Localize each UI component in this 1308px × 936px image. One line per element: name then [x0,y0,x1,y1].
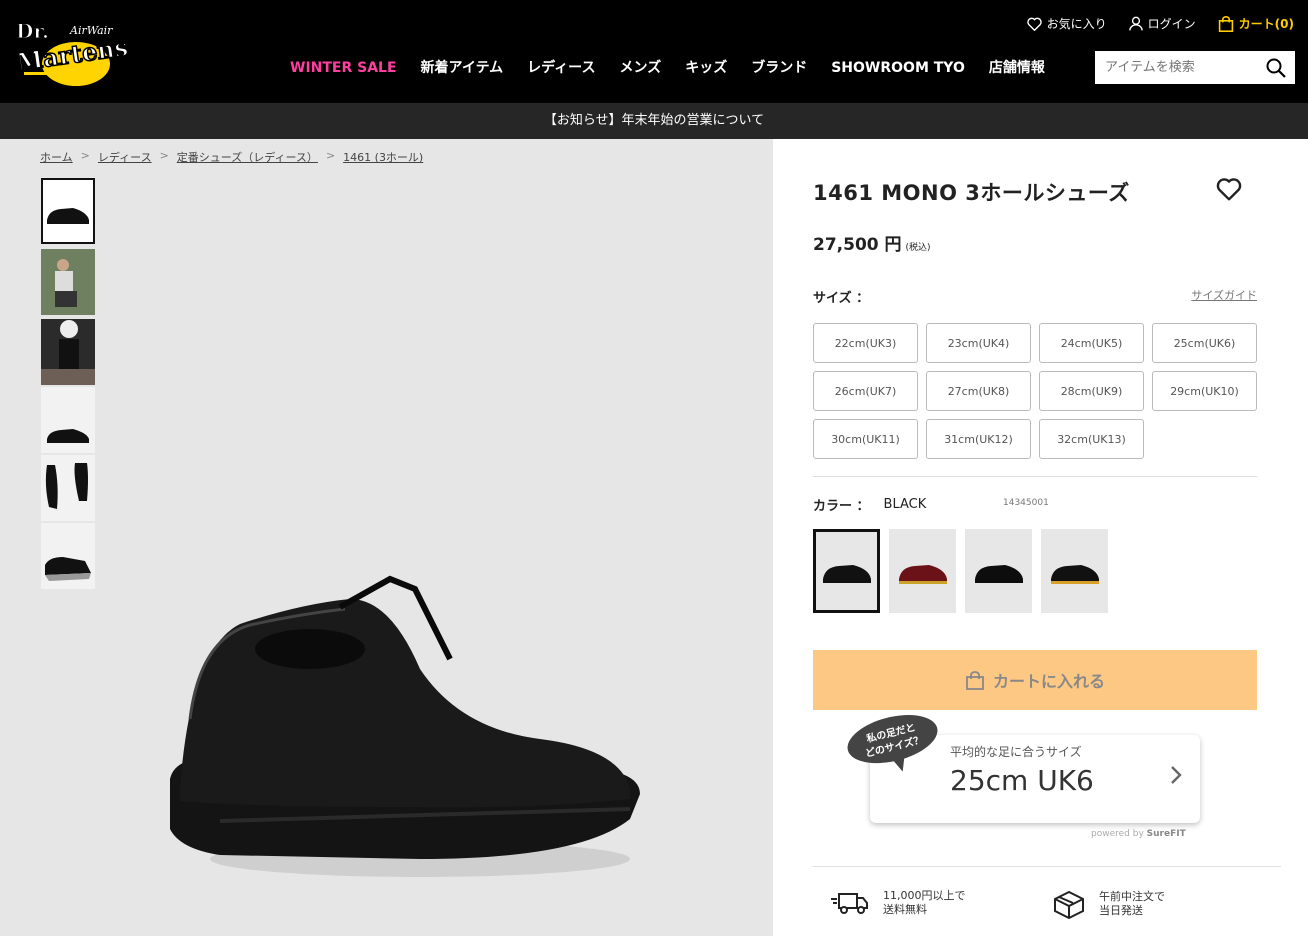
nav-new-items[interactable]: 新着アイテム [421,56,504,80]
svg-text:Dr.: Dr. [16,19,49,43]
color-swatches [813,529,1108,613]
nav-winter-sale[interactable]: WINTER SALE [290,56,397,80]
size-option[interactable]: 22cm(UK3) [813,323,918,363]
breadcrumb-ladies[interactable]: レディース [98,149,152,165]
product-gallery: ホーム > レディース > 定番シューズ（レディース） > 1461 (3ホール… [0,139,773,936]
login-link[interactable]: ログイン [1128,15,1196,32]
main-product-image[interactable] [160,559,660,889]
svg-text:AirWair: AirWair [69,24,113,37]
feature-line2: 送料無料 [883,903,927,916]
thumbnail-4[interactable] [41,387,95,453]
size-option[interactable]: 23cm(UK4) [926,323,1031,363]
size-option[interactable]: 32cm(UK13) [1039,419,1144,459]
thumbnail-2[interactable] [41,249,95,315]
nav-stores[interactable]: 店舗情報 [989,56,1045,80]
swatch-cherry-red[interactable] [889,529,956,613]
thumbnail-1[interactable] [41,178,95,244]
size-selector: 22cm(UK3) 23cm(UK4) 24cm(UK5) 25cm(UK6) … [813,323,1258,459]
add-to-cart-button[interactable]: カートに入れる [813,650,1257,710]
feature-line2: 当日発送 [1099,904,1143,917]
thumbnail-5[interactable] [41,455,95,521]
size-option[interactable]: 28cm(UK9) [1039,371,1144,411]
brand-logo[interactable]: Dr. Martens AirWair [14,14,134,92]
search-icon[interactable] [1266,58,1286,78]
color-label-row: カラー ： BLACK [813,495,926,514]
site-header: Dr. Martens AirWair WINTER SALE 新着アイテム レ… [0,0,1308,103]
nav-showroom[interactable]: SHOWROOM TYO [831,56,965,80]
size-option[interactable]: 31cm(UK12) [926,419,1031,459]
product-title: 1461 MONO 3ホールシューズ [813,181,1130,205]
nav-brand[interactable]: ブランド [751,56,807,80]
nav-kids[interactable]: キッズ [685,56,727,80]
size-label: サイズ ： [813,291,870,306]
feature-line1: 午前中注文で [1099,890,1165,903]
cart-label: カート(0) [1238,17,1294,31]
breadcrumb-home[interactable]: ホーム [40,149,73,165]
chevron-right-icon [1171,766,1182,784]
size-option[interactable]: 24cm(UK5) [1039,323,1144,363]
size-option[interactable]: 27cm(UK8) [926,371,1031,411]
heart-icon [1026,17,1042,31]
product-detail-panel: 1461 MONO 3ホールシューズ 27,500 円 (税込) サイズ ： サイ… [773,139,1308,936]
favorites-link[interactable]: お気に入り [1026,15,1107,32]
breadcrumb-current[interactable]: 1461 (3ホール) [343,149,423,165]
breadcrumb: ホーム > レディース > 定番シューズ（レディース） > 1461 (3ホール… [40,149,423,165]
size-option[interactable]: 29cm(UK10) [1152,371,1257,411]
tax-note: (税込) [905,243,931,253]
heart-icon [1216,178,1242,201]
add-to-wishlist-button[interactable] [1216,177,1242,205]
search-box [1095,51,1295,84]
thumbnail-3[interactable] [41,319,95,385]
bag-icon [966,671,984,690]
free-shipping-feature: 11,000円以上で 送料無料 [831,889,966,917]
swatch-black-yellow-stitch[interactable] [1041,529,1108,613]
nav-ladies[interactable]: レディース [527,56,595,80]
surefit-powered-by: powered by SureFIT [1091,829,1186,839]
swatch-black-smooth[interactable] [965,529,1032,613]
powered-by-prefix: powered by [1091,829,1144,839]
main-nav: WINTER SALE 新着アイテム レディース メンズ キッズ ブランド SH… [290,56,1069,80]
product-sku: 14345001 [1003,498,1049,508]
search-input[interactable] [1095,51,1260,84]
thumbnail-6[interactable] [41,523,95,589]
user-icon [1128,16,1143,31]
cart-link[interactable]: カート(0) [1218,15,1294,32]
divider [813,476,1257,477]
color-label: カラー ： [813,499,870,514]
size-option[interactable]: 26cm(UK7) [813,371,918,411]
swatch-black-mono[interactable] [813,529,880,613]
truck-icon [831,893,868,914]
same-day-shipping-feature: 午前中注文で 当日発送 [1053,889,1165,919]
surefit-label: 平均的な足に合うサイズ [950,745,1082,759]
color-value: BLACK [883,497,927,512]
box-icon [1054,890,1084,919]
breadcrumb-separator: > [80,149,90,162]
feature-line1: 11,000円以上で [883,889,966,902]
surefit-speech-bubble: 私の足だと どのサイズ？ [843,711,943,773]
add-to-cart-label: カートに入れる [992,674,1105,691]
bag-icon [1218,15,1233,32]
login-label: ログイン [1147,17,1196,31]
divider [813,866,1281,867]
size-option[interactable]: 30cm(UK11) [813,419,918,459]
surefit-size-value: 25cm UK6 [950,764,1094,797]
product-price: 27,500 円 (税込) [813,230,931,255]
size-guide-link[interactable]: サイズガイド [1191,287,1257,303]
price-value: 27,500 円 [813,235,902,255]
utility-nav: お気に入り ログイン カート(0) [1005,15,1294,32]
notice-bar[interactable]: 【お知らせ】年末年始の営業について [0,103,1308,139]
favorites-label: お気に入り [1046,17,1107,31]
breadcrumb-separator: > [159,149,169,162]
breadcrumb-category[interactable]: 定番シューズ（レディース） [177,149,318,165]
surefit-brand: SureFIT [1146,829,1186,839]
nav-mens[interactable]: メンズ [619,56,661,80]
size-option[interactable]: 25cm(UK6) [1152,323,1257,363]
breadcrumb-separator: > [325,149,336,162]
